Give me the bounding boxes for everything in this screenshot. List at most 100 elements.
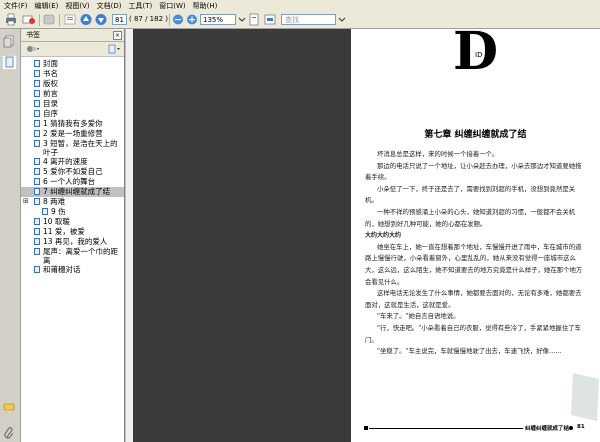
- body-paragraph: 一种不祥的预感涌上小朵的心头，她知道刘超的习惯，一般都不会关机的，她想到好几种可…: [365, 207, 576, 228]
- document-viewer[interactable]: D ID 第七章 纠缠纠缠就成了结 坏消息总是这样，来的时候一个接着一个。 那边的…: [133, 21, 600, 442]
- bookmark-label: 10 取暖: [43, 217, 70, 226]
- bookmarks-panel: 书签 × 封面 书名 版权 前言 目录 自序 1 猜猜我有多爱你 2 爱是一场重修营 3 短暂，…: [21, 29, 125, 442]
- body-paragraph: "行，快走吧。"小朵看着自己的衣服，觉得有些冷了，手紧紧地握住了车门。: [365, 323, 581, 344]
- chapter-title: 第七章 纠缠纠缠就成了结: [424, 130, 527, 140]
- bookmark-icon: [34, 188, 40, 195]
- bookmark-icon: [34, 100, 40, 107]
- bookmark-icon: [34, 110, 40, 117]
- bookmark-item[interactable]: 10 取暖: [21, 217, 124, 227]
- bookmark-label: 目录: [43, 99, 58, 108]
- menu-view[interactable]: 视图(V): [65, 1, 89, 11]
- bookmarks-icon[interactable]: [2, 55, 17, 70]
- menu-bar: 文件(F) 编辑(E) 视图(V) 文档(D) 工具(T) 窗口(W) 帮助(H…: [0, 0, 600, 11]
- chevron-down-icon[interactable]: [238, 13, 246, 26]
- bookmark-item[interactable]: 目录: [21, 99, 124, 109]
- bookmark-item[interactable]: 11 爱，被爱: [21, 227, 124, 237]
- page-number-input[interactable]: 81: [112, 14, 127, 25]
- print-icon[interactable]: [4, 13, 18, 26]
- bookmark-item[interactable]: 3 短暂，是浩在天上的叶子: [21, 139, 124, 157]
- bookmark-label: 2 爱是一场重修营: [43, 129, 103, 138]
- bookmark-item[interactable]: 自序: [21, 109, 124, 119]
- first-page-icon[interactable]: [63, 13, 77, 26]
- bookmark-icon: [34, 158, 40, 165]
- zoom-in-icon[interactable]: [186, 13, 198, 26]
- bookmark-item[interactable]: 尾声：离爱一个巾的距离: [21, 247, 124, 265]
- bookmark-label: 尾声：离爱一个巾的距离: [43, 247, 118, 265]
- bookmarks-toolbar: [21, 42, 124, 57]
- body-paragraph: 坏消息总是这样，来的时候一个接着一个。: [377, 150, 499, 158]
- bookmark-label: 前言: [43, 89, 58, 98]
- fit-page-icon[interactable]: [247, 13, 261, 26]
- options-icon[interactable]: [26, 44, 40, 54]
- new-bookmark-icon[interactable]: [107, 44, 121, 54]
- chapter-body: 坏消息总是这样，来的时候一个接着一个。那边的电话只说了一个地址，让小朵赶去办理，…: [365, 149, 587, 358]
- expand-icon[interactable]: ⊞: [23, 198, 30, 205]
- bookmark-icon: [34, 248, 40, 255]
- bookmark-icon: [42, 208, 48, 215]
- footer-dot-mark: [569, 426, 573, 430]
- bookmark-label: 9 伤: [51, 207, 66, 216]
- bookmark-icon: [34, 238, 40, 245]
- bookmark-item[interactable]: 和莆穗对话: [21, 265, 124, 275]
- menu-window[interactable]: 窗口(W): [159, 1, 185, 11]
- navigation-strip: [0, 29, 21, 442]
- toolbar: 81 ( 87 / 182 ) 135% 查找: [0, 11, 600, 29]
- email-icon[interactable]: [22, 13, 36, 26]
- panel-scrollbar[interactable]: [125, 29, 133, 442]
- bookmark-item[interactable]: 9 伤: [21, 207, 124, 217]
- bookmark-icon: [34, 80, 40, 87]
- bookmark-label: 7 纠缠纠缠就成了结: [43, 187, 111, 196]
- page-number: 81: [577, 424, 585, 430]
- bookmark-label: 3 短暂，是浩在天上的叶子: [43, 139, 118, 157]
- fit-width-icon[interactable]: [263, 13, 277, 26]
- search-dropdown-icon[interactable]: [338, 13, 346, 26]
- bookmark-icon: [34, 130, 40, 137]
- bookmark-item[interactable]: 6 一个人的舞台: [21, 177, 124, 187]
- bookmark-item[interactable]: 13 再见，我的爱人: [21, 237, 124, 247]
- bookmark-item[interactable]: 7 纠缠纠缠就成了结: [21, 187, 124, 197]
- search-input[interactable]: 查找: [281, 14, 336, 25]
- toolbar-separator: [169, 14, 170, 26]
- bookmark-label: 自序: [43, 109, 58, 118]
- bookmarks-panel-header: 书签 ×: [21, 29, 124, 42]
- bookmark-label: 封面: [43, 59, 58, 68]
- next-page-icon[interactable]: [94, 13, 108, 26]
- zoom-out-icon[interactable]: [172, 13, 184, 26]
- bookmark-label: 13 再见，我的爱人: [43, 237, 108, 246]
- bookmark-label: 11 爱，被爱: [43, 227, 85, 236]
- bookmark-item[interactable]: 版权: [21, 79, 124, 89]
- bookmark-item[interactable]: 5 爱你不如爱自己: [21, 167, 124, 177]
- zoom-level-select[interactable]: 135%: [200, 14, 236, 25]
- bookmark-icon: [34, 140, 40, 147]
- bookmark-label: 5 爱你不如爱自己: [43, 167, 103, 176]
- bookmark-item[interactable]: 4 离开的速度: [21, 157, 124, 167]
- bookmark-icon: [34, 90, 40, 97]
- bookmark-icon: [34, 218, 40, 225]
- menu-file[interactable]: 文件(F): [4, 1, 28, 11]
- previous-page-icon[interactable]: [79, 13, 93, 26]
- body-paragraph: "车来了。"她自言自语地说。: [377, 312, 460, 321]
- bookmark-item[interactable]: 书名: [21, 69, 124, 79]
- menu-tools[interactable]: 工具(T): [129, 1, 153, 11]
- bookmark-label: 和莆穗对话: [43, 265, 81, 274]
- bookmark-item[interactable]: 2 爱是一场重修营: [21, 129, 124, 139]
- body-paragraph: "坐稳了。"车主说完，车就慢慢地驶了出去，车速飞快，好像……: [377, 347, 562, 356]
- bookmark-label: 1 猜猜我有多爱你: [43, 119, 103, 128]
- bookmark-item[interactable]: 1 猜猜我有多爱你: [21, 119, 124, 129]
- hand-tool-icon[interactable]: [42, 13, 56, 26]
- footer-square-mark: [364, 426, 368, 430]
- chapter-dropcap: D: [453, 21, 499, 82]
- bookmark-item[interactable]: 前言: [21, 89, 124, 99]
- body-paragraph: 那边的电话只说了一个地址，让小朵赶去办理，小朵去那边才知道要她拖着手续。: [365, 161, 582, 182]
- menu-help[interactable]: 帮助(H): [193, 1, 218, 11]
- menu-edit[interactable]: 编辑(E): [35, 1, 59, 11]
- close-icon[interactable]: ×: [113, 31, 122, 40]
- pages-icon[interactable]: [3, 35, 16, 48]
- attachments-icon[interactable]: [3, 427, 16, 440]
- bookmark-icon: [34, 60, 40, 67]
- bookmark-label: 书名: [43, 69, 58, 78]
- bookmark-item[interactable]: ⊞ 8 两难: [21, 197, 124, 207]
- comments-icon[interactable]: [3, 403, 16, 414]
- menu-document[interactable]: 文档(D): [97, 1, 122, 11]
- bookmark-item[interactable]: 封面: [21, 59, 124, 69]
